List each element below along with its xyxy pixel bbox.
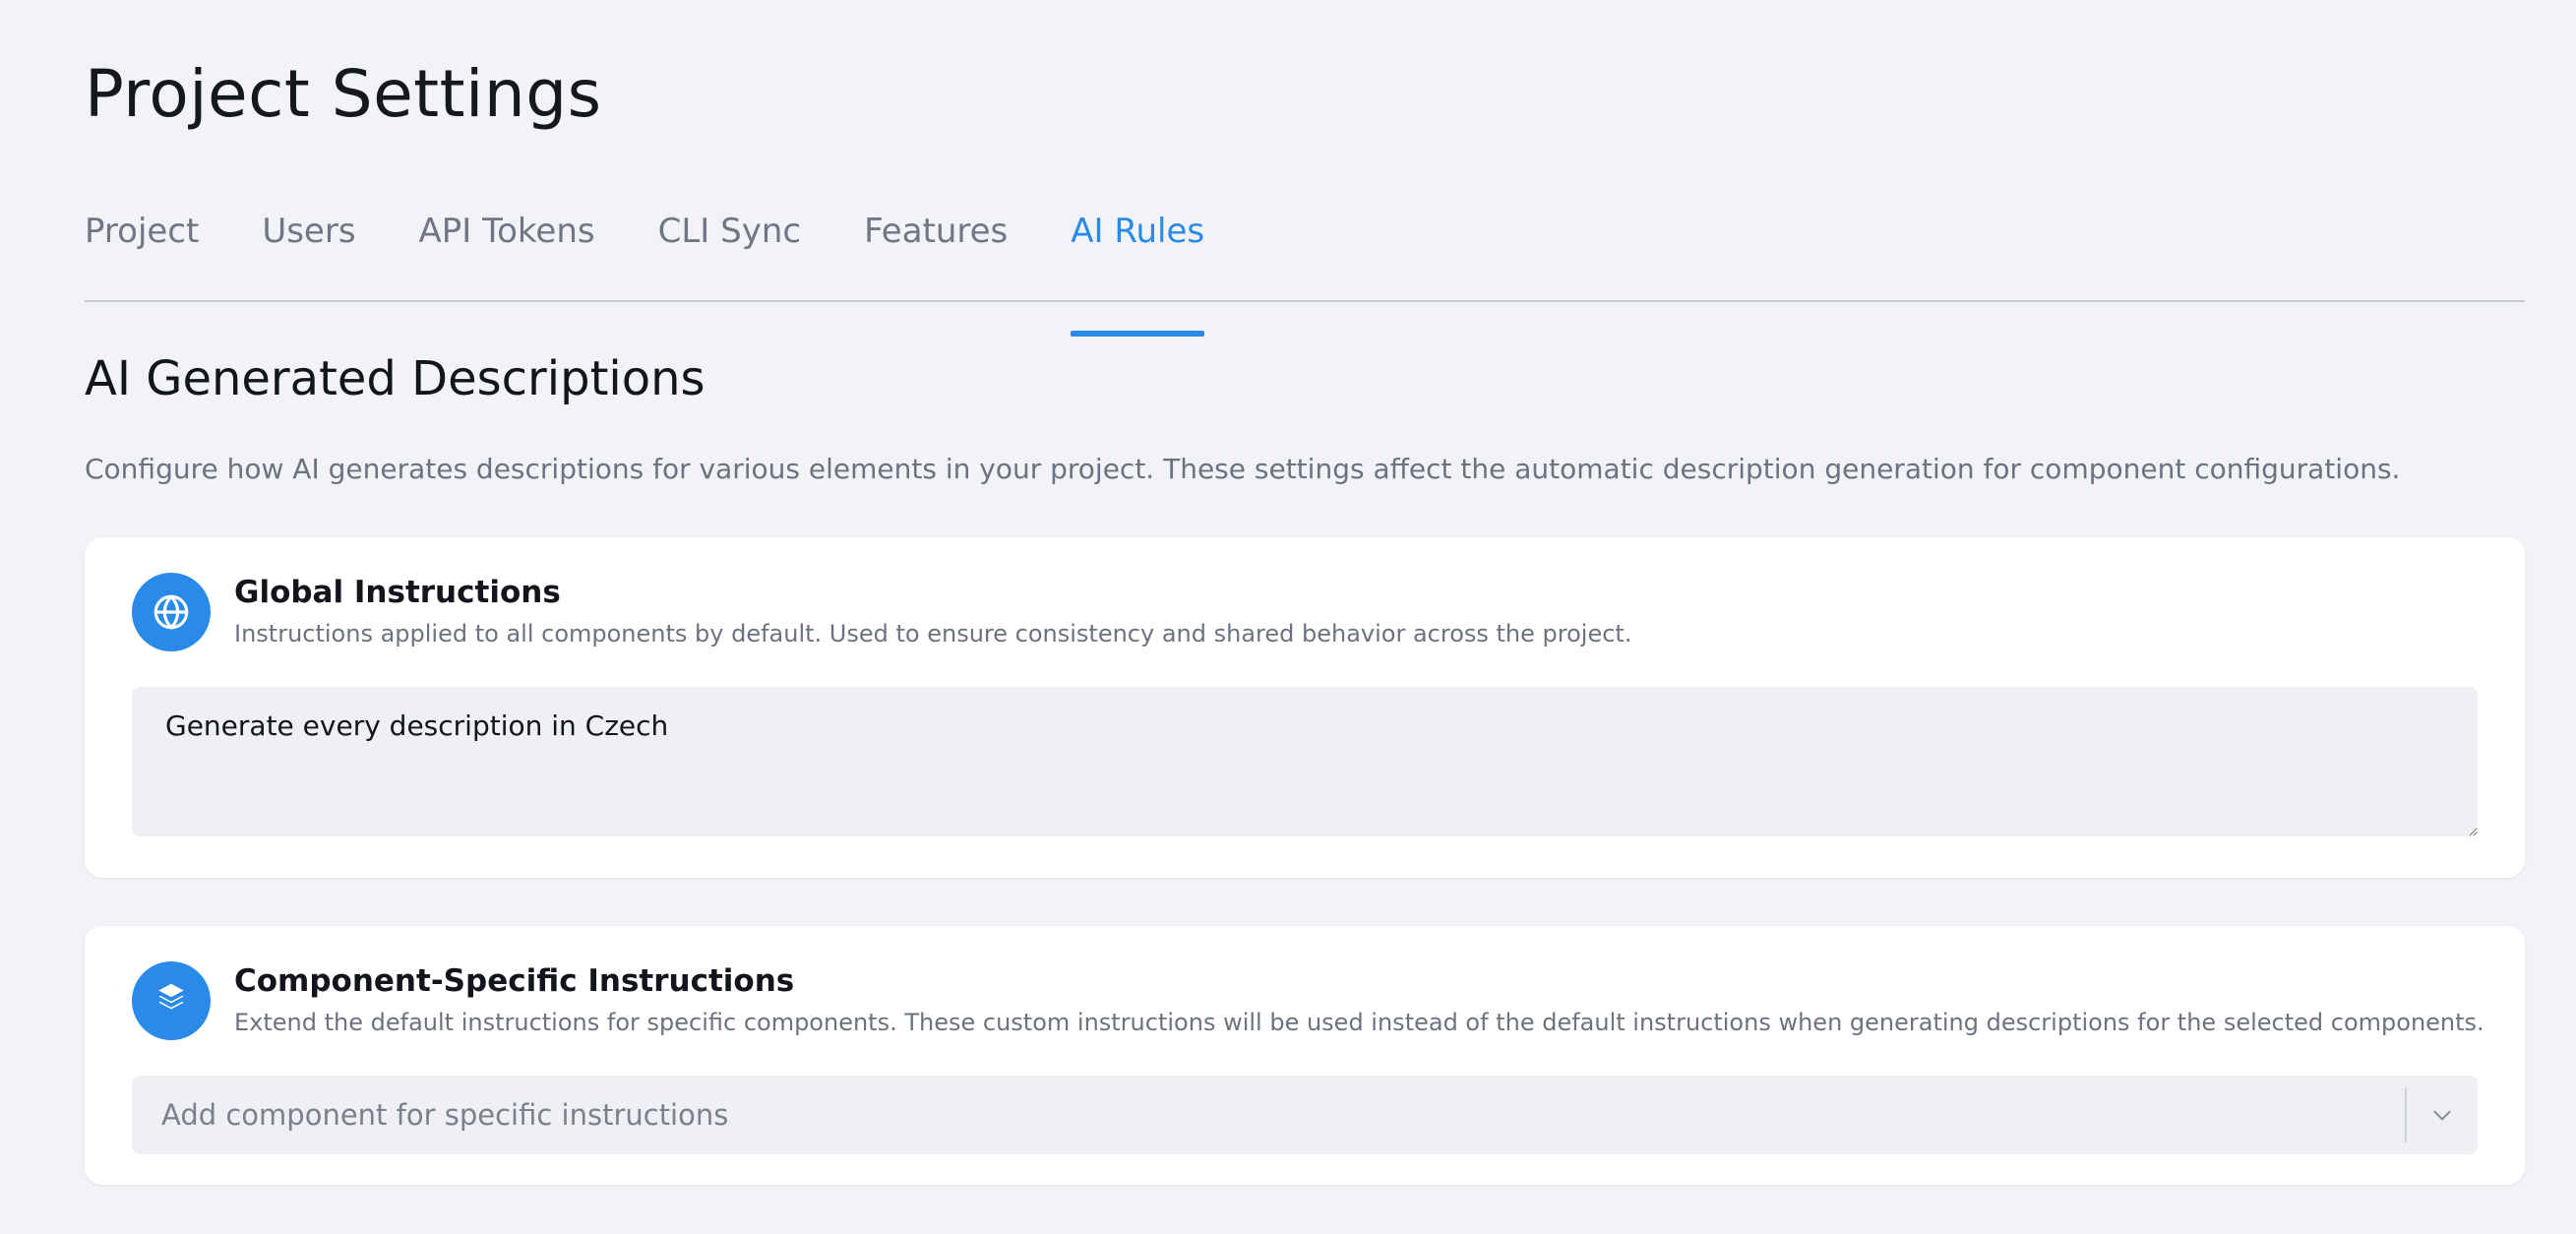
component-instructions-subtitle: Extend the default instructions for spec… (234, 1009, 2484, 1036)
tab-users[interactable]: Users (262, 197, 355, 300)
global-instructions-subtitle: Instructions applied to all components b… (234, 620, 1632, 648)
tab-project[interactable]: Project (85, 197, 199, 300)
settings-tabs: Project Users API Tokens CLI Sync Featur… (85, 197, 2525, 337)
globe-icon (132, 573, 211, 651)
section-description: Configure how AI generates descriptions … (85, 453, 2401, 485)
global-instructions-card: Global Instructions Instructions applied… (85, 537, 2525, 878)
tab-api-tokens[interactable]: API Tokens (419, 197, 595, 300)
global-instructions-textarea[interactable]: Generate every description in Czech (132, 687, 2478, 836)
tab-ai-rules[interactable]: AI Rules (1071, 197, 1204, 337)
tab-features[interactable]: Features (864, 197, 1008, 300)
add-component-select[interactable]: Add component for specific instructions (132, 1076, 2478, 1154)
section-title: AI Generated Descriptions (85, 351, 705, 406)
component-instructions-card: Component-Specific Instructions Extend t… (85, 926, 2525, 1185)
page-title: Project Settings (85, 56, 602, 132)
component-instructions-title: Component-Specific Instructions (234, 963, 795, 999)
tab-cli-sync[interactable]: CLI Sync (658, 197, 801, 300)
chevron-down-icon[interactable] (2407, 1076, 2478, 1154)
select-placeholder: Add component for specific instructions (161, 1098, 729, 1132)
layers-icon (132, 961, 211, 1040)
global-instructions-title: Global Instructions (234, 575, 561, 610)
